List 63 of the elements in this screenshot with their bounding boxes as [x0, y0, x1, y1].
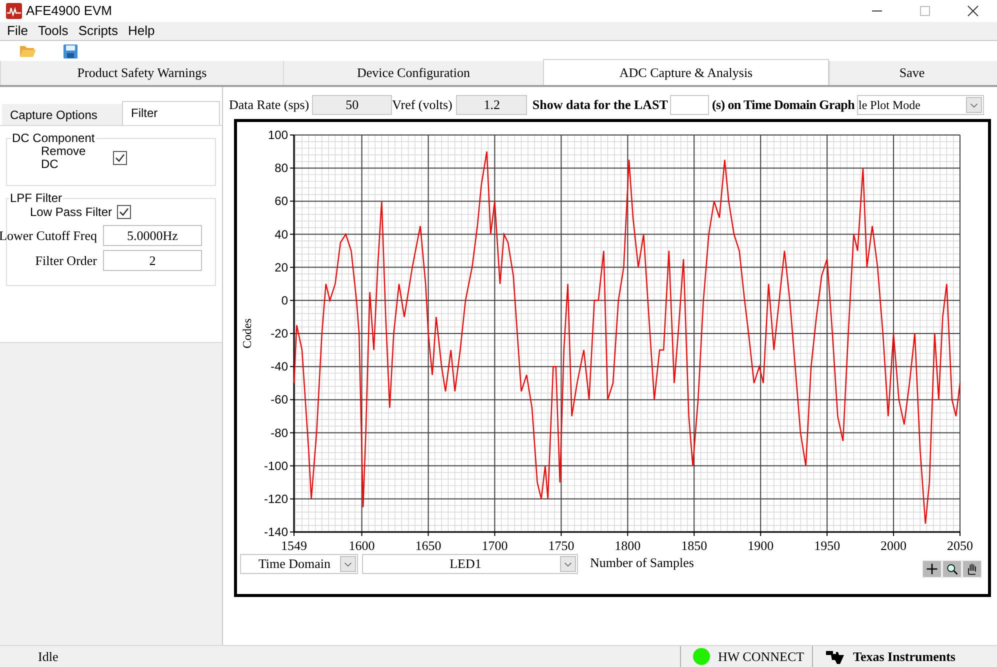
- field-label: Data Rate (sps): [229, 96, 310, 114]
- y-tick-label: 40: [274, 227, 288, 242]
- input-field[interactable]: [670, 95, 709, 115]
- x-tick-label: 2000: [880, 538, 907, 553]
- brand-name: Texas Instruments: [853, 648, 956, 666]
- x-axis-label: Number of Samples: [590, 554, 694, 572]
- window-title: AFE4900 EVM: [26, 2, 112, 20]
- x-tick-label: 1750: [548, 538, 574, 553]
- x-tick-label: 1700: [482, 538, 508, 553]
- x-tick-label: 1549: [281, 538, 307, 553]
- input-field[interactable]: 5.0000Hz: [103, 225, 202, 246]
- field-label: Vref (volts): [392, 96, 454, 114]
- x-tick-label: 1850: [681, 538, 708, 553]
- caret-icon: [340, 556, 356, 572]
- tab[interactable]: ADC Capture & Analysis: [543, 59, 829, 85]
- x-tick-label: 2050: [947, 538, 973, 553]
- waveform-icon: [6, 3, 22, 19]
- checkbox-label: Low Pass Filter: [30, 204, 112, 221]
- checkbox[interactable]: [113, 151, 127, 165]
- y-axis-label: Codes: [240, 318, 254, 348]
- y-tick-label: 80: [274, 161, 288, 176]
- x-tick-label: 1950: [814, 538, 840, 553]
- status-text: HW CONNECT: [718, 648, 804, 666]
- field-label: Filter Order: [34, 252, 98, 270]
- input-field[interactable]: 1.2: [456, 95, 528, 115]
- y-tick-label: -60: [270, 392, 288, 407]
- y-tick-label: -140: [264, 525, 288, 539]
- menu-item[interactable]: Tools: [32, 21, 74, 41]
- y-tick-label: -120: [264, 492, 288, 506]
- dropdown[interactable]: LED1: [362, 554, 578, 574]
- close-icon[interactable]: [967, 5, 979, 17]
- tab[interactable]: Capture Options: [2, 104, 122, 125]
- hand-icon[interactable]: [963, 561, 981, 577]
- y-tick-label: -20: [270, 326, 288, 340]
- dropdown[interactable]: Time Domain: [240, 554, 358, 574]
- dropdown[interactable]: le Plot Mode: [856, 95, 984, 115]
- field-label: (s) on Time Domain Graph: [710, 96, 854, 114]
- x-tick-label: 1600: [348, 538, 375, 553]
- tab[interactable]: Filter: [122, 101, 220, 125]
- caret-icon: [560, 556, 576, 572]
- caret-icon: [966, 97, 982, 113]
- checkbox-label: Remove DC: [41, 145, 86, 171]
- input-field[interactable]: 50: [312, 95, 392, 115]
- y-tick-label: 0: [281, 293, 288, 308]
- y-tick-label: -40: [270, 360, 288, 374]
- status-text: Idle: [37, 648, 60, 666]
- menu-item[interactable]: Scripts: [73, 21, 124, 41]
- x-tick-label: 1650: [415, 538, 442, 553]
- y-tick-label: -100: [264, 458, 288, 473]
- y-tick-label: 20: [274, 260, 288, 274]
- state-logo-icon: [825, 648, 845, 664]
- input-field[interactable]: 2: [103, 250, 202, 271]
- y-tick-label: 60: [274, 194, 288, 208]
- menu-item[interactable]: Help: [123, 21, 160, 41]
- checkbox[interactable]: [117, 205, 131, 219]
- zoom-icon[interactable]: [943, 561, 961, 577]
- y-tick-label: -80: [270, 426, 288, 440]
- y-tick-label: 100: [268, 128, 288, 142]
- menu-item[interactable]: File: [2, 21, 33, 41]
- crosshair-icon[interactable]: [923, 561, 941, 577]
- field-label: Show data for the LAST: [531, 96, 669, 114]
- x-tick-label: 1800: [614, 538, 641, 553]
- x-tick-label: 1900: [748, 538, 774, 553]
